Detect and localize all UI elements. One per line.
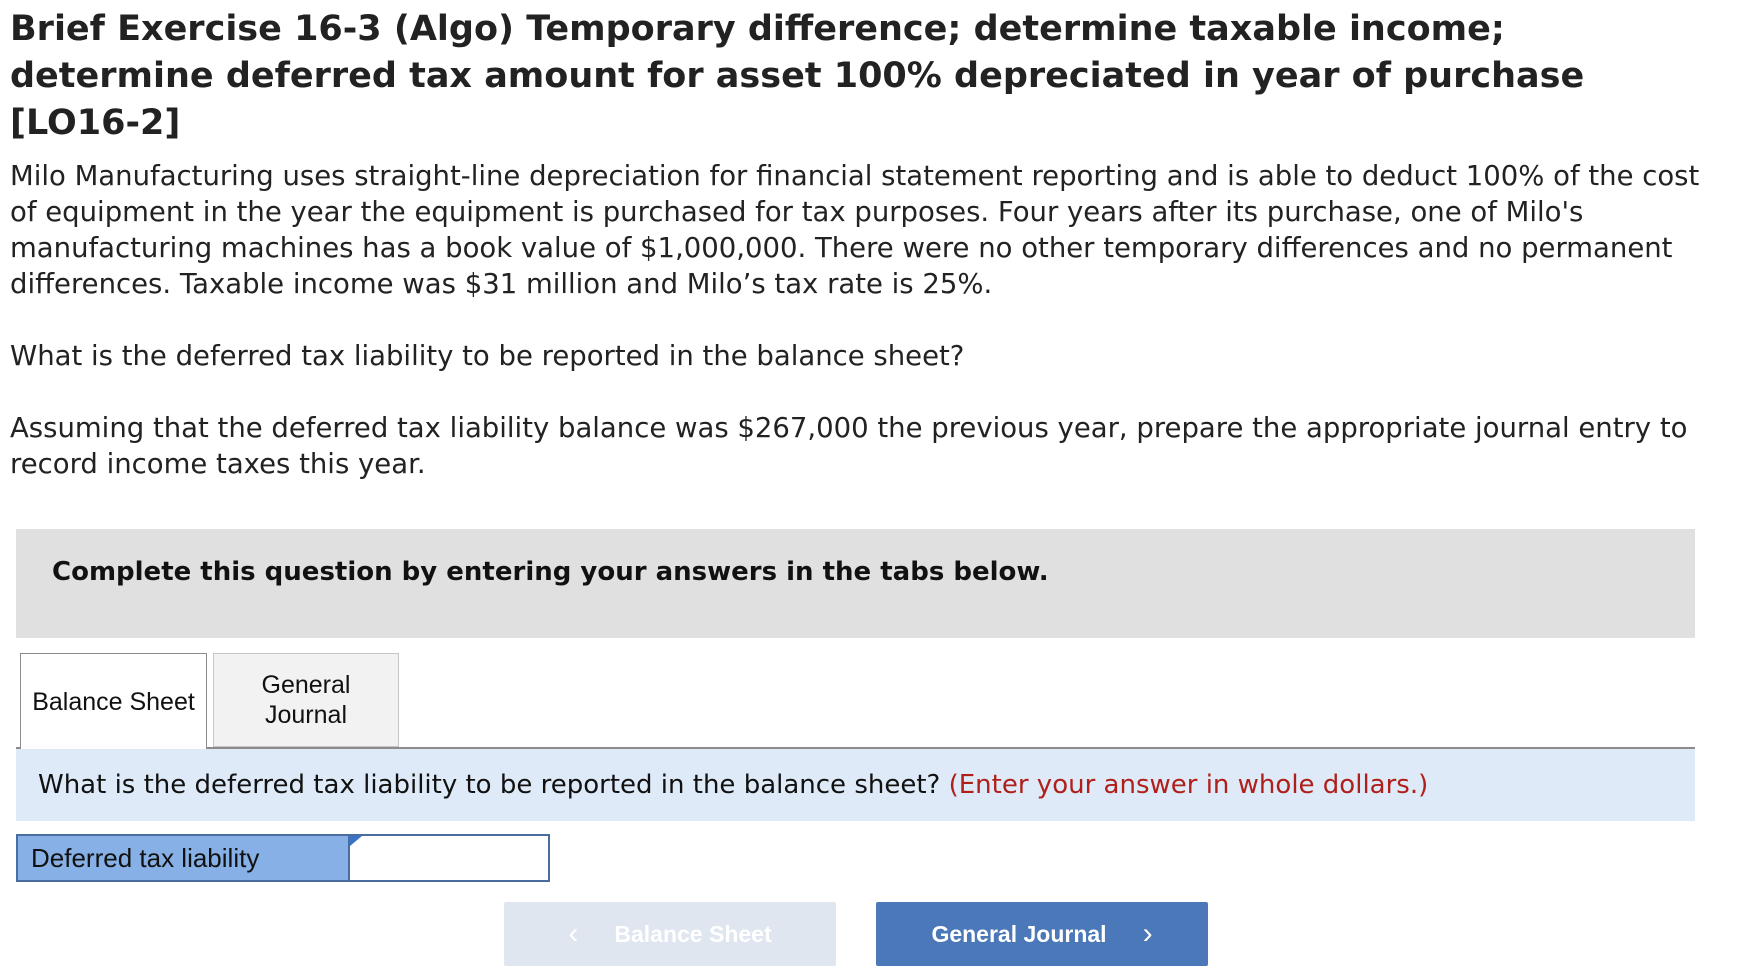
answer-cell <box>350 836 548 880</box>
question-hint: (Enter your answer in whole dollars.) <box>948 770 1429 800</box>
deferred-tax-liability-input[interactable] <box>350 836 548 880</box>
deferred-tax-liability-label: Deferred tax liability <box>18 836 350 880</box>
next-general-journal-button[interactable]: General Journal › <box>876 902 1208 966</box>
chevron-right-icon: › <box>1142 917 1153 950</box>
chevron-left-icon: ‹ <box>568 917 579 950</box>
tab-divider <box>16 747 1695 749</box>
question-bar: What is the deferred tax liability to be… <box>16 749 1695 821</box>
question-journal-entry: Assuming that the deferred tax liability… <box>10 412 1688 480</box>
prev-button-label: Balance Sheet <box>614 920 772 947</box>
tab-balance-sheet[interactable]: Balance Sheet <box>20 653 207 749</box>
question-line: What is the deferred tax liability to be… <box>38 768 1428 802</box>
tab-general-journal-label: General Journal <box>261 671 351 729</box>
problem-description: Milo Manufacturing uses straight-line de… <box>10 160 1700 300</box>
question-text: What is the deferred tax liability to be… <box>38 770 941 800</box>
next-button-label: General Journal <box>931 920 1107 947</box>
instructions-text: Complete this question by entering your … <box>52 557 1049 587</box>
question-balance-sheet: What is the deferred tax liability to be… <box>10 340 965 372</box>
tab-general-journal[interactable]: General Journal <box>213 653 399 747</box>
exercise-title: Brief Exercise 16-3 (Algo) Temporary dif… <box>10 9 1585 143</box>
tab-balance-sheet-label: Balance Sheet <box>32 687 195 716</box>
prev-balance-sheet-button[interactable]: ‹ Balance Sheet <box>504 902 836 966</box>
answer-row: Deferred tax liability <box>16 834 550 882</box>
instructions-panel: Complete this question by entering your … <box>16 529 1695 638</box>
